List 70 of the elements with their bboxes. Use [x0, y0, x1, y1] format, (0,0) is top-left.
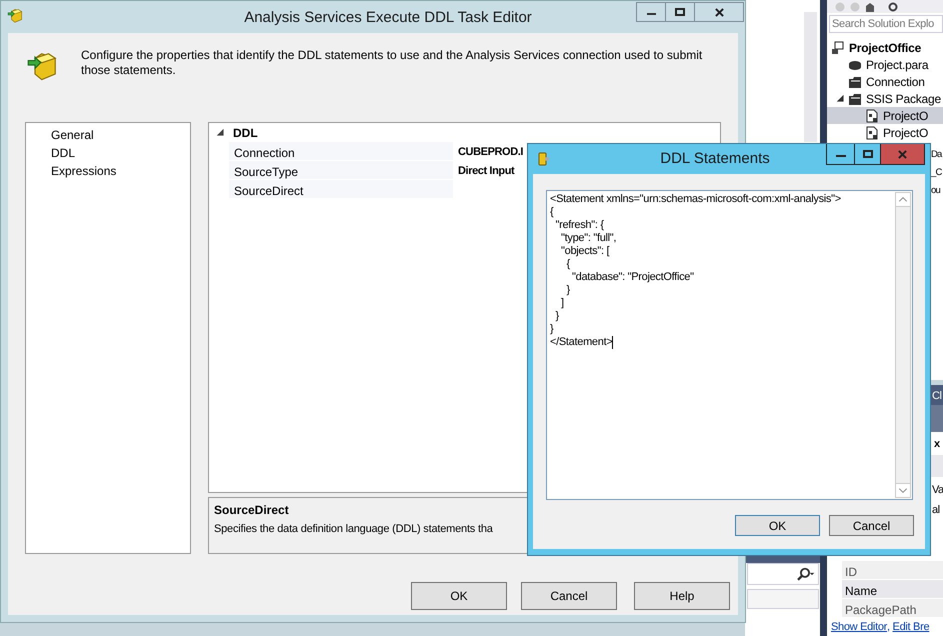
property-name: Name [842, 580, 943, 599]
text-cursor [612, 336, 614, 349]
scrollbar[interactable] [804, 12, 817, 142]
code-line: "objects": [ [560, 245, 610, 258]
tree-item[interactable]: Project.para [827, 56, 943, 73]
code-line: <Statement xmlns="urn:schemas-microsoft-com:xml-analysis"> [550, 193, 841, 206]
category-label: DDL [233, 124, 258, 142]
minimize-icon[interactable] [836, 155, 846, 157]
label-text: al [932, 504, 940, 516]
code-line: ] [560, 297, 564, 310]
close-icon[interactable] [714, 8, 724, 16]
link[interactable]: Edit Bre [892, 619, 930, 636]
code-line: } [566, 284, 570, 297]
maximize-icon[interactable] [675, 8, 685, 16]
scroll-up-icon[interactable] [896, 193, 910, 207]
document-icon [865, 108, 879, 122]
task-icon [538, 152, 550, 166]
dialog-button[interactable]: Cancel [829, 515, 914, 536]
search-field[interactable]: Search Solution Explo [829, 15, 943, 33]
code-line: "refresh": { [554, 219, 604, 232]
page-item[interactable]: DDL [51, 144, 190, 162]
tree-item[interactable]: Connection [827, 73, 943, 90]
maximize-icon[interactable] [862, 150, 872, 158]
scroll-down-icon[interactable] [896, 483, 910, 497]
search-field[interactable] [747, 563, 819, 585]
property-name[interactable]: SourceType [229, 161, 454, 179]
refresh-icon[interactable] [888, 2, 898, 12]
object-name: x [933, 437, 942, 452]
code-line: } [554, 310, 559, 323]
dialog-button[interactable]: Cancel [521, 582, 617, 610]
code-line: "type": "full", [560, 232, 616, 245]
scrollbar[interactable] [895, 192, 911, 498]
property-name[interactable]: SourceDirect [229, 180, 454, 198]
tree-item[interactable]: ProjectO [827, 124, 943, 141]
code-line: </Statement> [550, 336, 612, 349]
page-item[interactable]: General [51, 126, 190, 144]
code-line: "database": "ProjectOffice" [571, 271, 694, 284]
dialog-button[interactable]: Help [634, 582, 730, 610]
expand-icon[interactable] [837, 95, 844, 102]
folder-icon [848, 92, 862, 106]
statement-field[interactable]: <Statement xmlns="urn:schemas-microsoft-com:xml-analysis"> { "refresh": { "type": "full", "objects": [ { "database": "ProjectOffice" } ] } } </Statement> [546, 190, 913, 500]
link[interactable]: Show Editor [831, 619, 888, 636]
property-name: PackagePath [842, 599, 943, 618]
tree-item[interactable]: ProjectO [827, 107, 943, 124]
home-icon[interactable] [865, 2, 875, 12]
description-text: Specifies the data definition language (DDL) statements tha [214, 522, 494, 537]
page-item[interactable]: Expressions [51, 162, 190, 180]
label-text: Da [931, 148, 942, 162]
expand-icon[interactable] [217, 129, 224, 136]
property-name: ID [842, 561, 943, 580]
property-name[interactable]: Connection [229, 142, 454, 160]
separator-text: , [887, 620, 891, 635]
description-title: SourceDirect [214, 502, 290, 519]
code-line: { [550, 206, 554, 219]
tree-item[interactable]: ProjectOffice [827, 39, 943, 56]
search-icon[interactable] [795, 567, 815, 581]
dialog-button[interactable]: OK [735, 515, 820, 536]
header-text: Configure the properties that identify the DDL statements to use and the Analysis Services connection used to submit those statements. [81, 47, 704, 78]
window-title: Analysis Services Execute DDL Task Editor [244, 8, 532, 28]
document-icon [865, 126, 879, 140]
label-text: ou [931, 184, 942, 198]
minimize-icon[interactable] [646, 13, 656, 15]
dialog-button[interactable]: OK [411, 582, 507, 610]
project-icon [831, 40, 845, 54]
folder-icon [848, 74, 862, 88]
label-text: _C [931, 166, 942, 180]
code-line: } [550, 323, 554, 336]
code-line: { [566, 258, 570, 271]
tree-item[interactable]: SSIS Package [827, 90, 943, 107]
window-title: DDL Statements [660, 149, 770, 170]
